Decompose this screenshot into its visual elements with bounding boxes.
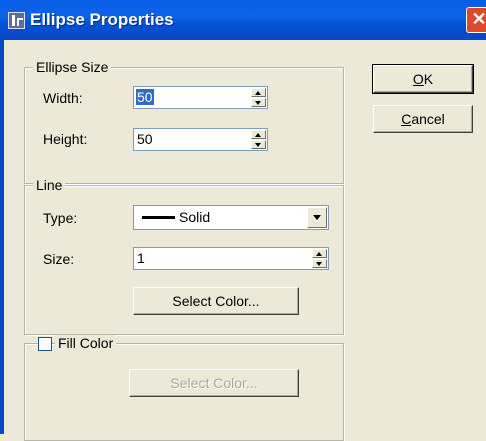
width-down-arrow-icon[interactable] — [251, 98, 266, 107]
cancel-label-rest: ancel — [411, 111, 445, 127]
height-spinbox[interactable]: 50 — [133, 128, 268, 151]
chevron-down-icon[interactable] — [307, 207, 327, 228]
ellipse-size-group: Ellipse Size Width: 50 Height: 50 — [24, 59, 344, 184]
window-title: Ellipse Properties — [30, 10, 174, 29]
ok-accelerator: O — [412, 71, 424, 87]
type-label: Type: — [43, 210, 78, 226]
fill-select-color-button[interactable]: Select Color... — [129, 369, 299, 397]
ok-label-rest: K — [423, 71, 434, 87]
height-spin-buttons — [251, 130, 266, 149]
line-select-color-button[interactable]: Select Color... — [133, 287, 299, 315]
width-up-arrow-icon[interactable] — [251, 88, 266, 97]
line-legend: Line — [33, 177, 66, 193]
fill-color-group: Fill Color Select Color... — [24, 335, 344, 441]
app-icon — [8, 12, 25, 29]
size-up-arrow-icon[interactable] — [312, 249, 327, 258]
title-bar[interactable]: Ellipse Properties ✕ — [0, 0, 486, 40]
line-style-preview — [142, 216, 175, 219]
ellipse-size-legend: Ellipse Size — [33, 59, 112, 75]
line-group: Line Type: Solid Size: 1 Select Color... — [24, 177, 344, 335]
size-value[interactable]: 1 — [137, 250, 145, 266]
line-type-value: Solid — [179, 209, 211, 225]
cancel-button[interactable]: Cancel — [373, 105, 473, 133]
width-spinbox[interactable]: 50 — [133, 86, 268, 109]
cancel-accelerator: C — [401, 111, 412, 127]
height-down-arrow-icon[interactable] — [251, 140, 266, 149]
height-up-arrow-icon[interactable] — [251, 130, 266, 139]
close-button[interactable]: ✕ — [466, 7, 486, 33]
size-spin-buttons — [312, 249, 327, 268]
dialog-client: Ellipse Size Width: 50 Height: 50 Line T… — [4, 40, 486, 441]
fill-color-checkbox[interactable] — [38, 337, 52, 351]
height-value[interactable]: 50 — [137, 131, 153, 147]
fill-color-legend[interactable]: Fill Color — [55, 335, 117, 351]
size-label: Size: — [43, 251, 75, 267]
width-value[interactable]: 50 — [136, 89, 154, 105]
size-spinbox[interactable]: 1 — [133, 247, 329, 270]
width-spin-buttons — [251, 88, 266, 107]
ok-button[interactable]: OK — [372, 64, 474, 94]
line-type-select[interactable]: Solid — [133, 205, 329, 230]
size-down-arrow-icon[interactable] — [312, 259, 327, 268]
width-label: Width: — [43, 90, 83, 106]
height-label: Height: — [43, 131, 88, 147]
